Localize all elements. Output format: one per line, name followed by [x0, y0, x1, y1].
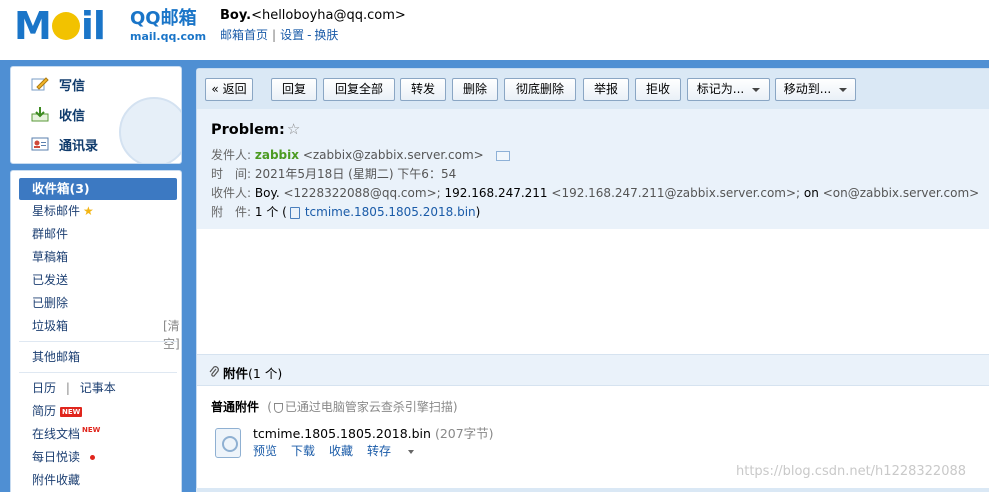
sidebar-item-drafts[interactable]: 草稿箱 — [32, 248, 68, 266]
receive-button[interactable]: 收信 — [31, 103, 85, 125]
logo-o-icon — [51, 11, 80, 40]
attachment-line: 附 件: 1 个 (tcmime.1805.1805.2018.bin) — [211, 205, 481, 219]
report-button[interactable]: 举报 — [583, 78, 629, 101]
inbox-download-icon — [31, 106, 49, 122]
attachment-file-name[interactable]: tcmime.1805.1805.2018.bin — [253, 426, 431, 441]
back-button[interactable]: « 返回 — [205, 78, 253, 101]
paperclip-icon — [209, 366, 219, 381]
qq-mail-logo[interactable]: Mil QQ邮箱 mail.qq.com — [14, 4, 207, 48]
sidebar-item-attachment-collection[interactable]: 附件收藏 — [32, 471, 80, 489]
attachments-count: (1 个) — [248, 366, 283, 381]
caret-down-icon — [408, 449, 415, 454]
penguin-decoration-icon — [119, 97, 181, 163]
sidebar-item-notes[interactable]: 记事本 — [80, 381, 116, 395]
receive-label: 收信 — [59, 108, 86, 124]
delete-permanently-button[interactable]: 彻底删除 — [504, 78, 576, 101]
sidebar-actions: 写信 收信 通讯录 — [10, 66, 182, 164]
sidebar-item-online-docs[interactable]: 在线文档 NEW — [32, 425, 100, 443]
reply-all-button[interactable]: 回复全部 — [323, 78, 395, 101]
collect-link[interactable]: 收藏 — [329, 444, 353, 458]
sidebar-item-group[interactable]: 群邮件 — [32, 225, 68, 243]
recipient-name[interactable]: 192.168.247.211 — [445, 186, 548, 200]
pencil-icon — [31, 76, 49, 92]
sidebar-item-resume[interactable]: 简历 NEW — [32, 402, 83, 420]
message-view: « 返回 回复 回复全部 转发 删除 彻底删除 举报 拒收 标记为... 移动到… — [196, 68, 989, 492]
save-to-dropdown[interactable]: 转存 — [367, 444, 428, 458]
attachments-section: 附件(1 个) 普通附件 (已通过电脑管家云查杀引擎扫描) tcmime.180… — [197, 354, 989, 476]
sidebar-item-starred[interactable]: 星标邮件 ★ — [32, 202, 94, 220]
mark-as-dropdown[interactable]: 标记为... — [687, 78, 770, 101]
compose-button[interactable]: 写信 — [31, 73, 85, 95]
settings-link[interactable]: 设置 — [280, 28, 304, 42]
file-type-icon[interactable] — [215, 428, 241, 458]
star-icon: ★ — [83, 204, 94, 218]
caret-down-icon — [752, 87, 761, 92]
new-badge: NEW — [82, 426, 101, 434]
reply-button[interactable]: 回复 — [271, 78, 317, 101]
recipient-name[interactable]: on — [804, 186, 819, 200]
clear-spam-link[interactable]: [清空] — [163, 317, 180, 353]
attachment-link[interactable]: tcmime.1805.1805.2018.bin — [305, 205, 476, 219]
contacts-button[interactable]: 通讯录 — [31, 133, 98, 155]
message-subject: Problem: ☆ — [211, 120, 301, 138]
unread-dot-icon — [90, 455, 96, 460]
sidebar-item-sent[interactable]: 已发送 — [32, 271, 68, 289]
star-outline-icon[interactable]: ☆ — [287, 120, 300, 138]
sidebar-item-calendar[interactable]: 日历 — [32, 381, 56, 395]
contacts-label: 通讯录 — [59, 138, 99, 154]
compose-label: 写信 — [59, 78, 86, 94]
attachment-type-label: 普通附件 (已通过电脑管家云查杀引擎扫描) — [211, 400, 458, 414]
sidebar-item-daily-read[interactable]: 每日悦读 — [32, 448, 96, 466]
watermark: https://blog.csdn.net/h1228322088 — [736, 464, 967, 479]
sidebar-divider — [19, 372, 177, 373]
message-time: 2021年5月18日 (星期二) 下午6：54 — [254, 167, 457, 181]
sender-name[interactable]: zabbix — [255, 148, 299, 162]
contact-card-icon — [31, 136, 49, 152]
message-header: Problem: ☆ 发件人: zabbix <zabbix@zabbix.ser… — [197, 109, 989, 229]
attachment-actions: 预览 下载 收藏 转存 — [253, 442, 442, 459]
recipient-email: <192.168.247.211@zabbix.server.com>; — [551, 186, 801, 200]
new-badge: NEW — [60, 406, 83, 417]
recipient-email: <on@zabbix.server.com> — [822, 186, 980, 200]
time-line: 时 间: 2021年5月18日 (星期二) 下午6：54 — [211, 167, 457, 181]
caret-down-icon — [839, 87, 848, 92]
attachment-file-size: (207字节) — [434, 426, 494, 441]
top-bar: Mil QQ邮箱 mail.qq.com Boy.<helloboyha@qq.… — [0, 0, 989, 60]
mail-home-link[interactable]: 邮箱首页 — [220, 28, 268, 42]
contact-card-icon[interactable] — [495, 150, 510, 161]
logo-wordmark: Mil — [14, 4, 106, 48]
bottom-border — [196, 488, 989, 492]
logo-qq-text: QQ邮箱 — [130, 8, 197, 29]
shield-icon — [273, 402, 283, 413]
sender-email: <zabbix@zabbix.server.com> — [302, 148, 484, 162]
change-skin-link[interactable]: 换肤 — [314, 28, 338, 42]
preview-link[interactable]: 预览 — [253, 444, 277, 458]
attachment-file: tcmime.1805.1805.2018.bin (207字节) — [253, 423, 494, 442]
message-toolbar: « 返回 回复 回复全部 转发 删除 彻底删除 举报 拒收 标记为... 移动到… — [197, 69, 989, 109]
attachments-header: 附件(1 个) — [197, 354, 989, 386]
user-name: Boy. — [220, 8, 252, 23]
move-to-dropdown[interactable]: 移动到... — [775, 78, 856, 101]
scan-status: 已通过电脑管家云查杀引擎扫描) — [284, 400, 458, 414]
sidebar-item-inbox[interactable]: 收件箱(3) — [19, 178, 177, 200]
reject-button[interactable]: 拒收 — [635, 78, 681, 101]
file-icon — [289, 206, 300, 219]
forward-button[interactable]: 转发 — [400, 78, 446, 101]
user-info: Boy.<helloboyha@qq.com> 邮箱首页 | 设置 - 换肤 — [220, 8, 406, 42]
sidebar-item-spam[interactable]: 垃圾箱 [清空] — [32, 317, 180, 351]
recipients-line: 收件人: Boy. <1228322088@qq.com>; 192.168.2… — [211, 186, 980, 200]
recipient-name[interactable]: Boy. — [255, 186, 280, 200]
download-link[interactable]: 下载 — [291, 444, 315, 458]
sidebar-item-other-mailboxes[interactable]: 其他邮箱 — [32, 348, 80, 366]
sidebar-folders: 收件箱(3) 星标邮件 ★ 群邮件 草稿箱 已发送 已删除 垃圾箱 [清空] 其他… — [10, 170, 182, 492]
delete-button[interactable]: 删除 — [452, 78, 498, 101]
sender-line: 发件人: zabbix <zabbix@zabbix.server.com> — [211, 146, 510, 164]
logo-url: mail.qq.com — [130, 30, 207, 43]
sidebar-item-deleted[interactable]: 已删除 — [32, 294, 68, 312]
recipient-email: <1228322088@qq.com>; — [283, 186, 441, 200]
attachments-title: 附件 — [223, 366, 249, 381]
sidebar-divider — [19, 341, 177, 342]
user-email: <helloboyha@qq.com> — [251, 8, 406, 23]
